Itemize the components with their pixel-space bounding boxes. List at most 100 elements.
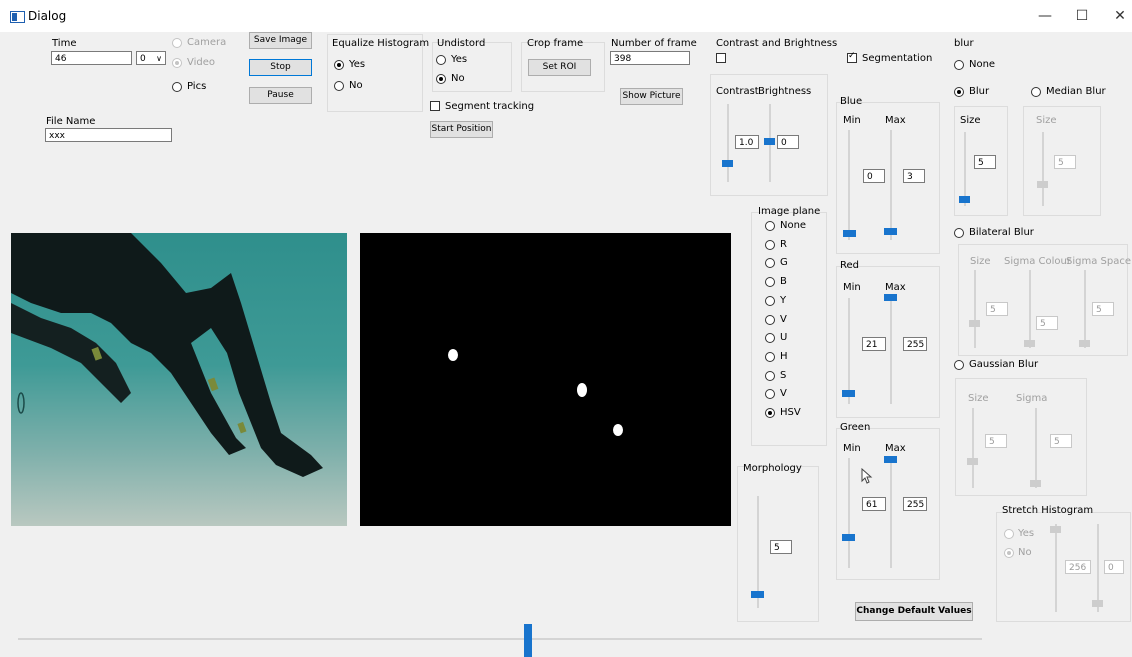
- contrast-slider-track[interactable]: [727, 104, 729, 182]
- morphology-input[interactable]: 5: [770, 540, 792, 554]
- gaussian-blur-radio[interactable]: [954, 360, 964, 370]
- morphology-slider-handle[interactable]: [751, 591, 764, 598]
- gaussian-size-slider-handle[interactable]: [967, 458, 978, 465]
- red-min-slider-handle[interactable]: [842, 390, 855, 397]
- bilateral-sigma-space-slider-track[interactable]: [1084, 270, 1086, 348]
- red-max-slider-track[interactable]: [890, 298, 892, 404]
- red-label: Red: [840, 260, 859, 271]
- red-min-input[interactable]: 21: [862, 337, 886, 351]
- blur-none-radio[interactable]: [954, 60, 964, 70]
- video-radio[interactable]: [172, 58, 182, 68]
- bilateral-sigma-colour-slider-track[interactable]: [1029, 270, 1031, 348]
- green-min-input[interactable]: 61: [862, 497, 886, 511]
- file-name-input[interactable]: xxx: [45, 128, 172, 142]
- image-plane-radio[interactable]: [765, 408, 775, 418]
- timeline-slider-track[interactable]: [18, 638, 982, 640]
- gaussian-sigma-slider-track[interactable]: [1035, 408, 1037, 488]
- blur-size-slider-handle[interactable]: [959, 196, 970, 203]
- blue-max-slider-track[interactable]: [890, 130, 892, 240]
- blue-max-label: Max: [885, 115, 906, 126]
- bilateral-blur-radio[interactable]: [954, 228, 964, 238]
- stretch-value2-input[interactable]: 0: [1104, 560, 1124, 574]
- brightness-slider-handle[interactable]: [764, 138, 775, 145]
- image-plane-radio[interactable]: [765, 314, 775, 325]
- start-position-button[interactable]: Start Position: [430, 121, 493, 138]
- bilateral-size-input[interactable]: 5: [986, 302, 1008, 316]
- app-icon: [10, 11, 25, 23]
- bilateral-size-slider-handle[interactable]: [969, 320, 980, 327]
- change-default-values-button[interactable]: Change Default Values: [855, 602, 973, 621]
- bilateral-sigma-space-slider-handle[interactable]: [1079, 340, 1090, 347]
- equalize-no-radio[interactable]: [334, 81, 344, 91]
- time-combo[interactable]: 0 ∨: [136, 51, 166, 65]
- segmentation-label: Segmentation: [862, 53, 933, 64]
- blue-max-input[interactable]: 3: [903, 169, 925, 183]
- bilateral-sigma-space-input[interactable]: 5: [1092, 302, 1114, 316]
- image-plane-radio[interactable]: [765, 370, 775, 381]
- stretch-slider2-track[interactable]: [1097, 524, 1099, 612]
- gaussian-sigma-input[interactable]: 5: [1050, 434, 1072, 448]
- stop-button[interactable]: Stop: [249, 59, 312, 76]
- red-min-slider-track[interactable]: [848, 298, 850, 404]
- contrast-slider-handle[interactable]: [722, 160, 733, 167]
- stretch-value1-input[interactable]: 256: [1065, 560, 1091, 574]
- contrast-input[interactable]: 1.0: [735, 135, 759, 149]
- median-size-slider-track[interactable]: [1042, 132, 1044, 206]
- timeline-slider-handle[interactable]: [524, 624, 532, 657]
- image-plane-radio[interactable]: [765, 221, 775, 231]
- bilateral-sigma-space-label: Sigma Space: [1066, 256, 1131, 267]
- chevron-down-icon: ∨: [156, 54, 162, 63]
- minimize-icon[interactable]: —: [1033, 6, 1057, 26]
- save-image-button[interactable]: Save Image: [249, 32, 312, 49]
- maximize-icon[interactable]: ☐: [1070, 6, 1094, 26]
- frames-input[interactable]: 398: [610, 51, 690, 65]
- image-plane-radio[interactable]: [765, 295, 775, 306]
- close-icon[interactable]: ✕: [1108, 6, 1132, 26]
- pause-button[interactable]: Pause: [249, 87, 312, 104]
- stretch-slider2-handle[interactable]: [1092, 600, 1103, 607]
- segmentation-checkbox[interactable]: ✓: [847, 51, 857, 63]
- stretch-no-radio[interactable]: [1004, 548, 1014, 558]
- pics-radio[interactable]: [172, 82, 182, 92]
- blur-blur-radio[interactable]: [954, 87, 964, 97]
- gaussian-size-slider-track[interactable]: [972, 408, 974, 488]
- bilateral-sigma-colour-input[interactable]: 5: [1036, 316, 1058, 330]
- gaussian-size-input[interactable]: 5: [985, 434, 1007, 448]
- bilateral-sigma-colour-slider-handle[interactable]: [1024, 340, 1035, 347]
- green-max-input[interactable]: 255: [903, 497, 927, 511]
- time-input[interactable]: 46: [51, 51, 132, 65]
- blue-max-slider-handle[interactable]: [884, 228, 897, 235]
- bilateral-size-slider-track[interactable]: [974, 270, 976, 348]
- stretch-slider1-handle[interactable]: [1050, 526, 1061, 533]
- green-max-slider-handle[interactable]: [884, 456, 897, 463]
- segment-tracking-checkbox[interactable]: [430, 101, 440, 111]
- set-roi-button[interactable]: Set ROI: [528, 59, 591, 76]
- median-size-slider-handle[interactable]: [1037, 181, 1048, 188]
- stretch-yes-radio[interactable]: [1004, 529, 1014, 539]
- image-plane-radio[interactable]: [765, 351, 775, 362]
- blue-min-slider-track[interactable]: [848, 130, 850, 240]
- green-min-slider-handle[interactable]: [842, 534, 855, 541]
- gaussian-sigma-slider-handle[interactable]: [1030, 480, 1041, 487]
- camera-radio[interactable]: [172, 38, 182, 48]
- red-max-input[interactable]: 255: [903, 337, 927, 351]
- image-plane-radio[interactable]: [765, 239, 775, 250]
- median-blur-radio[interactable]: [1031, 87, 1041, 97]
- segment-tracking-label: Segment tracking: [445, 101, 535, 112]
- blur-size-slider-track[interactable]: [964, 132, 966, 206]
- blur-size-input[interactable]: 5: [974, 155, 996, 169]
- stretch-slider1-track[interactable]: [1055, 524, 1057, 612]
- contrast-brightness-checkbox[interactable]: [716, 53, 726, 63]
- red-max-slider-handle[interactable]: [884, 294, 897, 301]
- window-title: Dialog: [28, 9, 67, 23]
- median-size-input[interactable]: 5: [1054, 155, 1076, 169]
- show-picture-button[interactable]: Show Picture: [620, 88, 683, 105]
- undistort-yes-radio[interactable]: [436, 55, 446, 65]
- undistort-no-radio[interactable]: [436, 74, 446, 84]
- blue-min-slider-handle[interactable]: [843, 230, 856, 237]
- green-max-slider-track[interactable]: [890, 458, 892, 568]
- brightness-input[interactable]: 0: [777, 135, 799, 149]
- blue-min-input[interactable]: 0: [863, 169, 885, 183]
- equalize-yes-radio[interactable]: [334, 60, 344, 70]
- green-min-slider-track[interactable]: [848, 458, 850, 568]
